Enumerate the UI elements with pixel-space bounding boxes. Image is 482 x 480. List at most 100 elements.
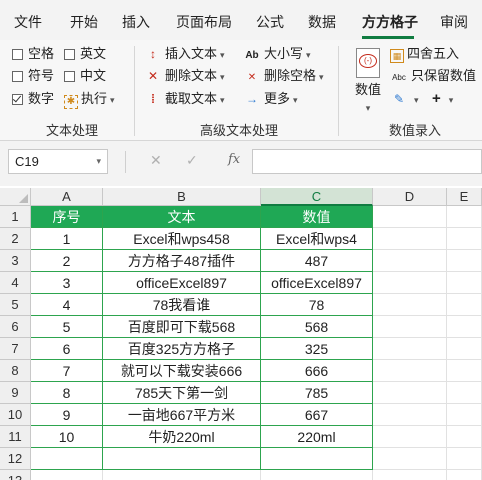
- empty-cell[interactable]: [447, 338, 482, 360]
- empty-cell[interactable]: [447, 294, 482, 316]
- row-header[interactable]: 7: [0, 338, 31, 360]
- row-header[interactable]: 1: [0, 206, 31, 228]
- empty-cell[interactable]: [373, 360, 447, 382]
- column-header-c[interactable]: C: [261, 188, 373, 206]
- menu-formulas[interactable]: 公式: [256, 0, 284, 38]
- formula-input[interactable]: [252, 149, 482, 174]
- empty-cell[interactable]: [373, 272, 447, 294]
- table-cell[interactable]: 325: [261, 338, 373, 360]
- column-header-a[interactable]: A: [31, 188, 103, 206]
- check-symbol[interactable]: 符号: [12, 67, 54, 85]
- table-cell[interactable]: 667: [261, 404, 373, 426]
- table-cell[interactable]: 牛奶220ml: [103, 426, 261, 448]
- empty-cell[interactable]: [373, 316, 447, 338]
- empty-cell[interactable]: [373, 206, 447, 228]
- empty-cell[interactable]: [373, 404, 447, 426]
- row-header[interactable]: 11: [0, 426, 31, 448]
- table-cell[interactable]: 785天下第一剑: [103, 382, 261, 404]
- empty-cell[interactable]: [373, 470, 447, 480]
- row-header[interactable]: 9: [0, 382, 31, 404]
- empty-cell[interactable]: [31, 470, 103, 480]
- execute-button[interactable]: ✱ 执行 ▾: [64, 90, 115, 109]
- table-cell[interactable]: 568: [261, 316, 373, 338]
- empty-cell[interactable]: [373, 426, 447, 448]
- check-number[interactable]: 数字: [12, 90, 54, 108]
- edit-button[interactable]: ✎ ▾: [390, 90, 419, 109]
- row-header[interactable]: 6: [0, 316, 31, 338]
- table-cell[interactable]: Excel和wps4: [261, 228, 373, 250]
- more-button[interactable]: → 更多 ▾: [243, 90, 298, 109]
- empty-cell[interactable]: [447, 272, 482, 294]
- table-cell[interactable]: 785: [261, 382, 373, 404]
- empty-cell[interactable]: [447, 404, 482, 426]
- empty-cell[interactable]: [103, 470, 261, 480]
- check-chinese[interactable]: 中文: [64, 67, 106, 85]
- table-cell[interactable]: 4: [31, 294, 103, 316]
- select-all-corner[interactable]: [0, 188, 31, 206]
- empty-cell[interactable]: [447, 206, 482, 228]
- table-cell[interactable]: 5: [31, 316, 103, 338]
- table-cell[interactable]: officeExcel897: [103, 272, 261, 294]
- row-header[interactable]: 5: [0, 294, 31, 316]
- empty-cell[interactable]: [31, 448, 103, 470]
- table-cell[interactable]: Excel和wps458: [103, 228, 261, 250]
- empty-cell[interactable]: [373, 294, 447, 316]
- table-header-cell[interactable]: 序号: [31, 206, 103, 228]
- table-cell[interactable]: 7: [31, 360, 103, 382]
- row-header[interactable]: 8: [0, 360, 31, 382]
- insert-text-button[interactable]: ↕ 插入文本 ▾: [144, 45, 225, 64]
- menu-file[interactable]: 文件: [14, 0, 42, 38]
- menu-page-layout[interactable]: 页面布局: [176, 0, 232, 38]
- value-button[interactable]: (-) 数值 ▾: [350, 46, 386, 113]
- row-header[interactable]: 2: [0, 228, 31, 250]
- row-header[interactable]: 13: [0, 470, 31, 480]
- column-header-e[interactable]: E: [447, 188, 482, 206]
- table-cell[interactable]: 方方格子487插件: [103, 250, 261, 272]
- empty-cell[interactable]: [447, 228, 482, 250]
- table-cell[interactable]: 78我看谁: [103, 294, 261, 316]
- table-cell[interactable]: 3: [31, 272, 103, 294]
- menu-review[interactable]: 审阅: [440, 0, 468, 38]
- menu-home[interactable]: 开始: [70, 0, 98, 38]
- empty-cell[interactable]: [447, 250, 482, 272]
- menu-insert[interactable]: 插入: [122, 0, 150, 38]
- table-cell[interactable]: 10: [31, 426, 103, 448]
- extract-text-button[interactable]: ⁞ 截取文本 ▾: [144, 90, 225, 109]
- table-cell[interactable]: 1: [31, 228, 103, 250]
- empty-cell[interactable]: [447, 360, 482, 382]
- function-icon[interactable]: fx: [228, 152, 240, 167]
- table-cell[interactable]: 78: [261, 294, 373, 316]
- row-header[interactable]: 3: [0, 250, 31, 272]
- table-header-cell[interactable]: 文本: [103, 206, 261, 228]
- delete-space-button[interactable]: ✕ 删除空格 ▾: [243, 67, 324, 87]
- empty-cell[interactable]: [447, 448, 482, 470]
- empty-cell[interactable]: [447, 426, 482, 448]
- empty-cell[interactable]: [261, 448, 373, 470]
- menu-data[interactable]: 数据: [308, 0, 336, 38]
- check-space[interactable]: 空格: [12, 45, 54, 63]
- keep-value-button[interactable]: Abc 只保留数值: [390, 67, 476, 87]
- name-box[interactable]: C19 ▾: [8, 149, 108, 174]
- column-header-d[interactable]: D: [373, 188, 447, 206]
- table-cell[interactable]: officeExcel897: [261, 272, 373, 294]
- empty-cell[interactable]: [373, 382, 447, 404]
- row-header[interactable]: 4: [0, 272, 31, 294]
- cancel-icon[interactable]: ✕: [150, 152, 162, 169]
- delete-text-button[interactable]: ✕ 删除文本 ▾: [144, 67, 225, 86]
- empty-cell[interactable]: [447, 470, 482, 480]
- empty-cell[interactable]: [373, 250, 447, 272]
- table-cell[interactable]: 2: [31, 250, 103, 272]
- empty-cell[interactable]: [373, 448, 447, 470]
- table-cell[interactable]: 8: [31, 382, 103, 404]
- table-cell[interactable]: 一亩地667平方米: [103, 404, 261, 426]
- table-cell[interactable]: 487: [261, 250, 373, 272]
- column-header-b[interactable]: B: [103, 188, 261, 206]
- table-cell[interactable]: 百度325方方格子: [103, 338, 261, 360]
- case-button[interactable]: Ab 大小写 ▾: [243, 45, 310, 65]
- empty-cell[interactable]: [261, 470, 373, 480]
- empty-cell[interactable]: [373, 228, 447, 250]
- add-button[interactable]: + ▾: [432, 90, 453, 109]
- menu-fangfanggezi[interactable]: 方方格子: [362, 0, 418, 38]
- table-cell[interactable]: 百度即可下载568: [103, 316, 261, 338]
- empty-cell[interactable]: [447, 382, 482, 404]
